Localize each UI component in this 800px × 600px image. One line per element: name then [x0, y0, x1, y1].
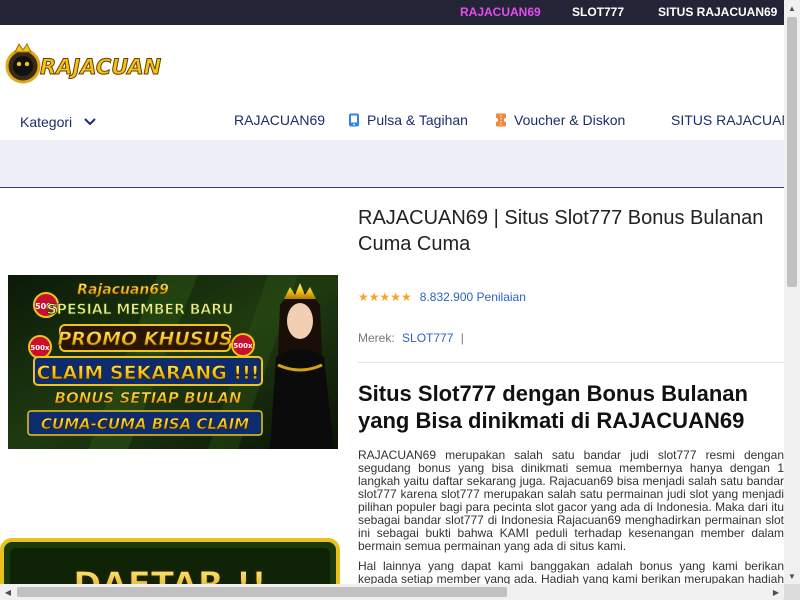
logo-graphic: RAJACUAN — [5, 43, 162, 84]
top-navigation-bar: RAJACUAN69 SLOT777 SITUS RAJACUAN69 — [0, 0, 784, 25]
chevron-down-icon — [84, 118, 96, 126]
horizontal-scroll-thumb[interactable] — [17, 587, 507, 597]
banner-line-spesial: SPESIAL MEMBER BARU — [47, 302, 234, 318]
article-paragraph-2: Hal lainnya yang dapat kami banggakan ad… — [358, 560, 784, 584]
nav-link-pulsa-tagihan[interactable]: Pulsa & Tagihan — [348, 112, 468, 128]
brand-label: Merek: — [358, 331, 395, 345]
nav-link-label: Voucher & Diskon — [514, 112, 626, 128]
topnav-link-rajacuan69[interactable]: RAJACUAN69 — [460, 5, 541, 19]
nav-link-rajacuan69[interactable]: RAJACUAN69 — [234, 112, 325, 128]
nav-link-label: SITUS RAJACUAN69 — [671, 112, 800, 128]
brand-row: Merek: SLOT777 | — [358, 331, 464, 345]
voucher-icon — [495, 113, 507, 127]
daftar-banner-graphic: DAFTAR !! — [0, 538, 340, 588]
daftar-banner-image[interactable]: DAFTAR !! — [0, 538, 340, 588]
banner-line-bonus: BONUS SETIAP BULAN — [55, 389, 242, 407]
scroll-right-icon[interactable]: ▶ — [768, 584, 784, 600]
kategori-dropdown[interactable]: Kategori — [20, 114, 96, 130]
topnav-link-situs-rajacuan69[interactable]: SITUS RAJACUAN69 — [658, 5, 777, 19]
product-rating: ★★★★★ 8.832.900 Penilaian — [358, 290, 526, 304]
scrollbar-corner — [784, 584, 800, 600]
logo-text: RAJACUAN — [40, 55, 162, 79]
phone-icon — [349, 113, 359, 127]
topnav-link-slot777[interactable]: SLOT777 — [572, 5, 624, 19]
rating-count[interactable]: 8.832.900 Penilaian — [420, 290, 526, 304]
vertical-scrollbar[interactable]: ▲ ▼ — [784, 0, 800, 584]
vertical-scroll-thumb[interactable] — [787, 17, 797, 287]
banner-logo-text: Rajacuan69 — [77, 282, 169, 298]
nav-link-voucher-diskon[interactable]: Voucher & Diskon — [495, 112, 625, 128]
banner-line-cuma: CUMA-CUMA BISA CLAIM — [41, 415, 249, 433]
star-rating-icon: ★★★★★ — [358, 290, 412, 304]
category-band — [0, 140, 784, 188]
horizontal-scrollbar[interactable]: ◀ ▶ — [0, 584, 784, 600]
article-heading-line2: yang Bisa dinikmati di RAJACUAN69 — [358, 408, 745, 433]
product-title: RAJACUAN69 | Situs Slot777 Bonus Bulanan… — [358, 207, 764, 255]
brand-link[interactable]: SLOT777 — [402, 331, 453, 345]
scroll-down-icon[interactable]: ▼ — [784, 568, 800, 584]
main-navigation: Kategori RAJACUAN69 Pulsa & Tagihan Vouc… — [0, 105, 800, 139]
nav-link-label: Pulsa & Tagihan — [367, 112, 468, 128]
nav-link-label: RAJACUAN69 — [234, 112, 326, 128]
site-logo[interactable]: RAJACUAN — [3, 42, 168, 88]
multiplier-badge-left-2: 500x — [30, 344, 50, 352]
section-divider — [358, 362, 784, 363]
multiplier-badge-right: 500x — [233, 342, 253, 350]
scroll-left-icon[interactable]: ◀ — [0, 584, 16, 600]
banner-line-promo: PROMO KHUSUS — [57, 328, 232, 350]
banner-line-claim: CLAIM SEKARANG !!! — [37, 362, 260, 384]
article-heading: Situs Slot777 dengan Bonus Bulanan yang … — [358, 380, 784, 436]
brand-separator: | — [460, 331, 464, 345]
promo-banner-graphic: Rajacuan69 500x 500x 500x SPESIAL MEMBER… — [8, 275, 338, 449]
article-paragraph-1: RAJACUAN69 merupakan salah satu bandar j… — [358, 449, 784, 553]
nav-link-situs-rajacuan69[interactable]: SITUS RAJACUAN69 — [671, 112, 800, 128]
kategori-label: Kategori — [20, 114, 73, 130]
scroll-up-icon[interactable]: ▲ — [784, 0, 800, 16]
promo-banner-image[interactable]: Rajacuan69 500x 500x 500x SPESIAL MEMBER… — [8, 275, 338, 449]
article-heading-line1: Situs Slot777 dengan Bonus Bulanan — [358, 381, 748, 406]
